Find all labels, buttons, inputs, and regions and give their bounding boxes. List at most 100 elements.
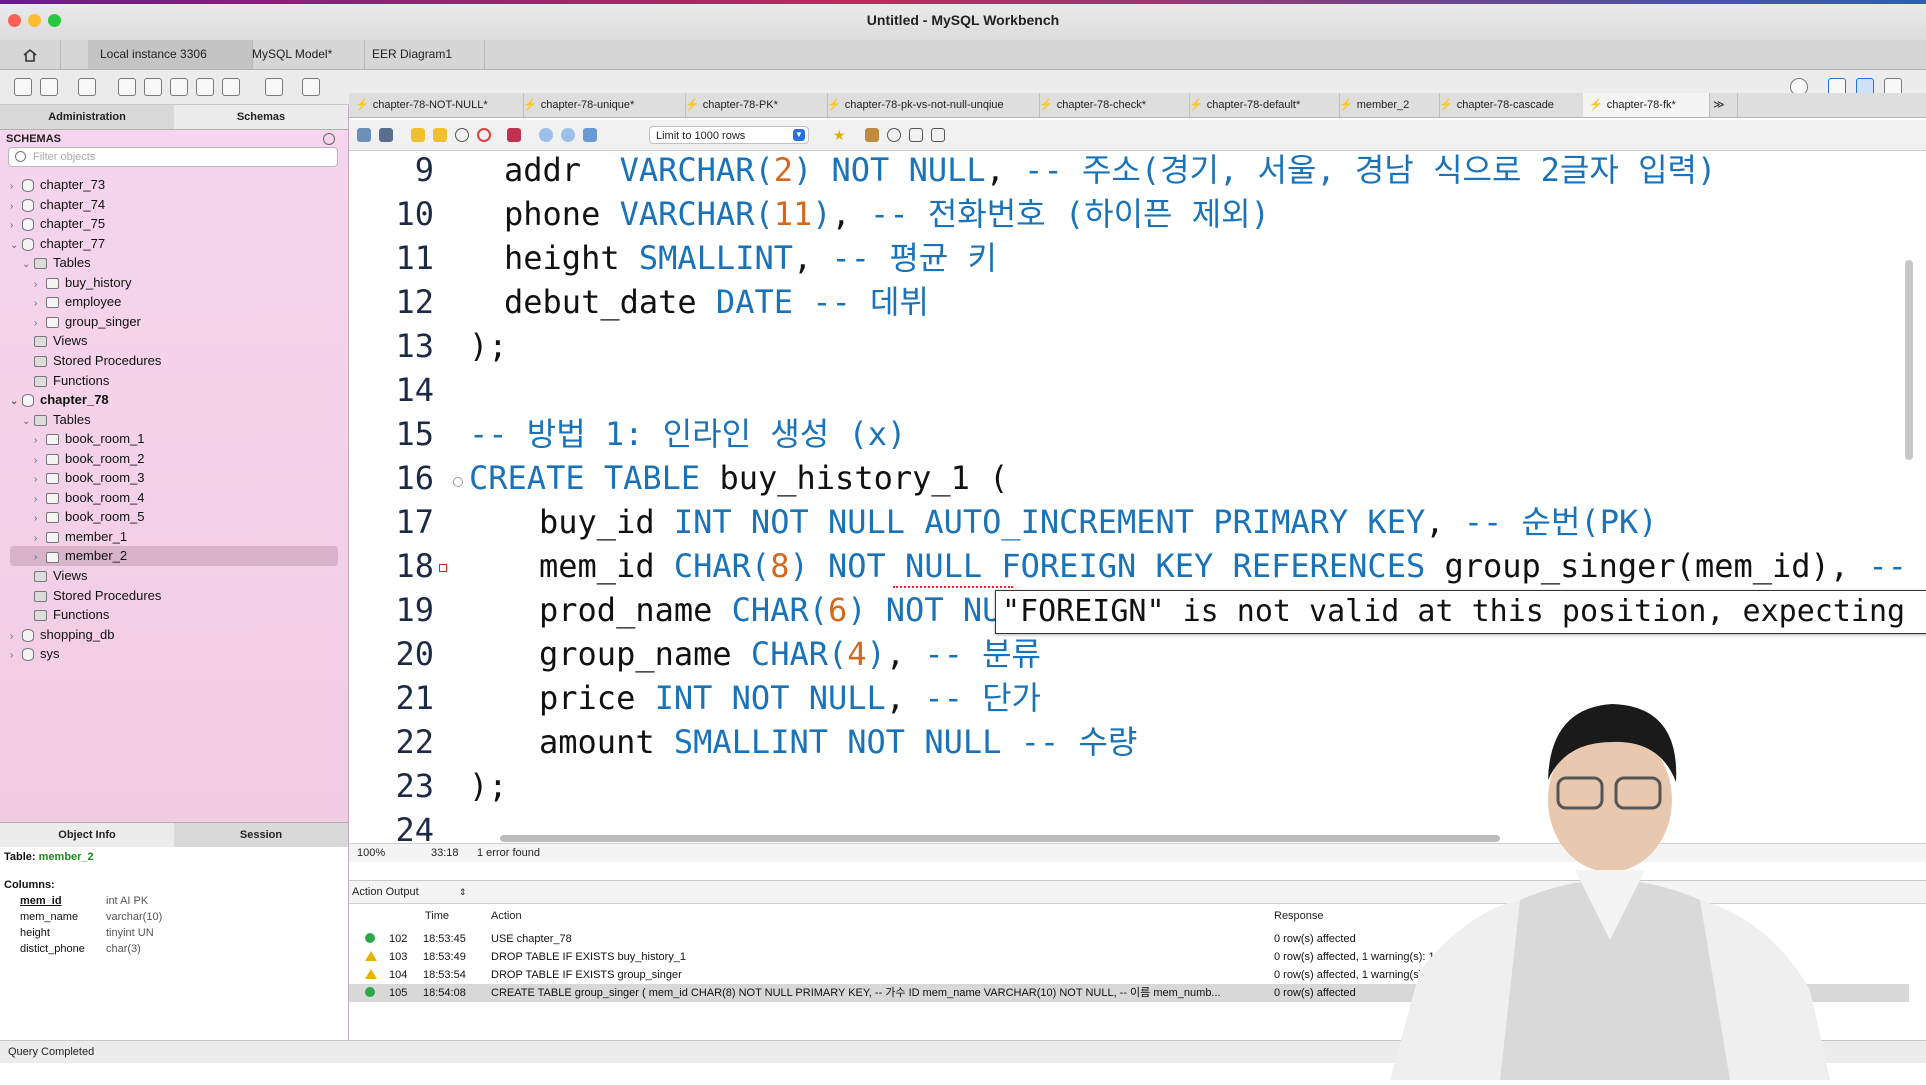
search-table-data-icon[interactable]	[265, 78, 283, 96]
chevron-down-icon[interactable]: ⌄	[10, 236, 22, 256]
zoom-level[interactable]: 100%	[357, 844, 385, 862]
schema-tree-item[interactable]: › book_room_4	[34, 488, 145, 508]
word-wrap-icon[interactable]	[931, 128, 945, 142]
find-icon[interactable]	[887, 128, 901, 142]
editor-tab[interactable]: ⚡ chapter-78-NOT-NULL*	[349, 93, 524, 117]
editor-horizontal-scrollbar[interactable]	[500, 835, 1500, 842]
editor-tab[interactable]: ⚡ chapter-78-pk-vs-not-null-unqiue	[821, 93, 1040, 117]
schema-tree-item[interactable]: Functions	[22, 371, 109, 391]
save-icon[interactable]	[379, 128, 393, 142]
sql-file-icon: ⚡	[827, 99, 841, 111]
schema-tree-item[interactable]: Views	[22, 331, 87, 351]
editor-tab[interactable]: ⚡ chapter-78-PK*	[679, 93, 828, 117]
schema-tree-item[interactable]: › shopping_db	[10, 625, 114, 645]
connection-tab-eer-diagram[interactable]: EER Diagram1	[360, 40, 485, 69]
filter-objects-input[interactable]: Filter objects	[8, 147, 338, 167]
schema-tree-item[interactable]: › chapter_74	[10, 195, 105, 215]
schema-tree-item[interactable]: › book_room_5	[34, 507, 145, 527]
schema-tree-item[interactable]: ⌄ chapter_77	[10, 234, 105, 254]
code-token: INT NOT NULL	[654, 679, 886, 717]
editor-tab[interactable]: ⚡ chapter-78-check*	[1033, 93, 1190, 117]
commit-icon[interactable]	[539, 128, 553, 142]
schema-tree-item[interactable]: › buy_history	[34, 273, 131, 293]
schema-tree-item[interactable]: Views	[22, 566, 87, 586]
code-token: DATE	[715, 283, 793, 321]
status-text: Query Completed	[8, 1046, 95, 1058]
stop-icon[interactable]	[477, 128, 491, 142]
sql-file-icon: ⚡	[1339, 99, 1353, 111]
column-name: mem_id	[20, 895, 62, 907]
schema-tree-item[interactable]: › employee	[34, 292, 121, 312]
sql-file-icon: ⚡	[523, 99, 537, 111]
schema-tree-label: book_room_1	[65, 431, 145, 447]
sql-file-icon: ⚡	[1189, 99, 1203, 111]
reconnect-icon[interactable]	[302, 78, 320, 96]
schema-tree-item[interactable]: › group_singer	[34, 312, 141, 332]
schema-tree-item[interactable]: › member_1	[34, 527, 127, 547]
home-tab[interactable]	[0, 40, 61, 69]
column-header-response[interactable]: Response	[1274, 910, 1324, 922]
chevron-updown-icon[interactable]: ⇕	[459, 881, 467, 903]
schema-tree-item[interactable]: ⌄ Tables	[22, 410, 91, 430]
schema-tree-item[interactable]: › book_room_3	[34, 468, 145, 488]
execute-lightning-icon[interactable]	[411, 128, 425, 142]
refresh-schemas-icon[interactable]	[323, 133, 335, 145]
schema-tree-item[interactable]: Stored Procedures	[22, 586, 161, 606]
create-schema-icon[interactable]	[118, 78, 136, 96]
editor-tab[interactable]: ⚡ member_2	[1333, 93, 1440, 117]
schema-tree-item[interactable]: ⌄ Tables	[22, 253, 91, 273]
connection-tab-local-instance[interactable]: Local instance 3306	[88, 40, 253, 69]
more-tabs-icon[interactable]: ≫	[1707, 93, 1738, 117]
invisible-chars-icon[interactable]	[909, 128, 923, 142]
schema-tree-item[interactable]: › book_room_1	[34, 429, 145, 449]
tab-administration[interactable]: Administration	[0, 105, 174, 129]
chevron-right-icon[interactable]: ›	[10, 646, 22, 666]
chevron-down-icon[interactable]: ⌄	[10, 392, 22, 412]
autocommit-icon[interactable]	[583, 128, 597, 142]
fold-toggle-icon[interactable]	[453, 477, 463, 487]
chevron-down-icon[interactable]: ⌄	[22, 412, 34, 432]
execute-current-icon[interactable]	[433, 128, 447, 142]
create-function-icon[interactable]	[222, 78, 240, 96]
limit-rows-select[interactable]: Limit to 1000 rows ▼	[649, 126, 809, 144]
connection-tab-model[interactable]: MySQL Model*	[240, 40, 365, 69]
editor-vertical-scrollbar[interactable]	[1905, 260, 1913, 460]
column-header-action[interactable]: Action	[491, 910, 522, 922]
limit-rows-value: Limit to 1000 rows	[656, 130, 746, 142]
inspector-icon[interactable]	[78, 78, 96, 96]
output-selector[interactable]: Action Output	[352, 881, 419, 903]
toggle-error-stop-icon[interactable]	[507, 128, 521, 142]
schema-tree-item[interactable]: Functions	[22, 605, 109, 625]
chevron-down-icon[interactable]: ⌄	[22, 255, 34, 275]
schema-tree-item[interactable]: Stored Procedures	[22, 351, 161, 371]
tab-object-info[interactable]: Object Info	[0, 823, 174, 847]
schema-tree-item[interactable]: › member_2	[10, 546, 338, 567]
editor-tab[interactable]: ⚡ chapter-78-default*	[1183, 93, 1340, 117]
code-token: CHAR(	[750, 635, 848, 673]
schema-tree-item[interactable]: › chapter_73	[10, 175, 105, 195]
create-table-icon[interactable]	[144, 78, 162, 96]
create-procedure-icon[interactable]	[196, 78, 214, 96]
new-sql-tab-icon[interactable]	[14, 78, 32, 96]
beautify-broom-icon[interactable]	[865, 128, 879, 142]
column-header-time[interactable]: Time	[425, 910, 449, 922]
open-file-icon[interactable]	[357, 128, 371, 142]
schema-tree-item[interactable]: › book_room_2	[34, 449, 145, 469]
tab-schemas[interactable]: Schemas	[174, 105, 348, 129]
editor-tab[interactable]: ⚡ chapter-78-unique*	[517, 93, 686, 117]
schema-tree-item[interactable]: › sys	[10, 644, 60, 664]
line-number: 11	[395, 239, 434, 277]
editor-tab[interactable]: ⚡ chapter-78-cascade	[1433, 93, 1590, 117]
schema-tree-label: Stored Procedures	[53, 587, 162, 603]
favorite-star-icon[interactable]: ★	[833, 128, 847, 142]
tab-session[interactable]: Session	[174, 823, 348, 847]
schema-tree-item[interactable]: › chapter_75	[10, 214, 105, 234]
open-sql-script-icon[interactable]	[40, 78, 58, 96]
editor-tab[interactable]: ⚡ chapter-78-fk*	[1583, 93, 1710, 117]
output-action: DROP TABLE IF EXISTS buy_history_1	[491, 951, 687, 963]
schema-tree-label: chapter_75	[40, 216, 106, 232]
schema-tree-item[interactable]: ⌄ chapter_78	[10, 390, 109, 410]
create-view-icon[interactable]	[170, 78, 188, 96]
rollback-icon[interactable]	[561, 128, 575, 142]
explain-icon[interactable]	[455, 128, 469, 142]
